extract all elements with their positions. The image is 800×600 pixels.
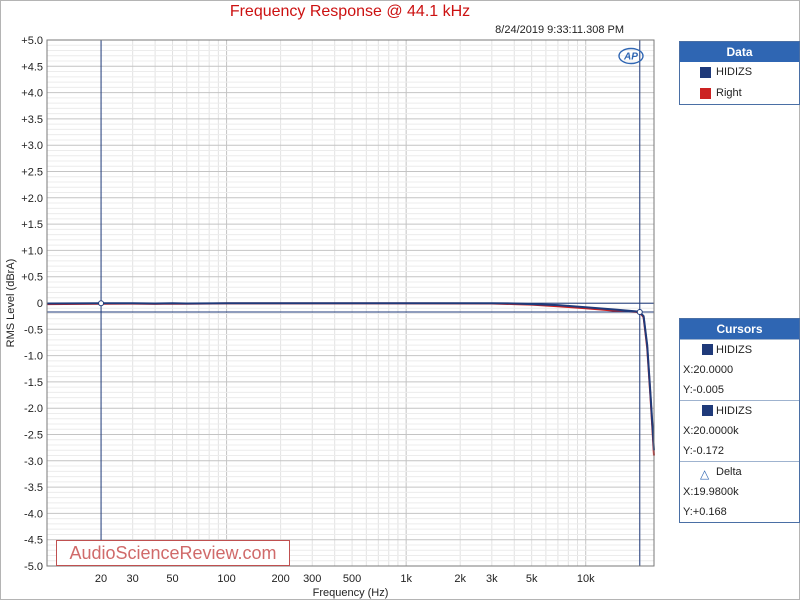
x-tick-label: 300 [303,573,321,585]
x-tick-label: 1k [400,573,412,585]
y-tick-label: 0 [37,298,43,310]
y-tick-label: +3.0 [21,140,43,152]
y-tick-label: -2.0 [24,403,43,415]
x-tick-label: 500 [343,573,361,585]
x-tick-label: 5k [526,573,538,585]
watermark: AudioScienceReview.com [56,540,290,566]
y-tick-label: +1.5 [21,219,43,231]
cursors-header: Cursors [680,319,799,339]
x-tick-label: 100 [217,573,235,585]
x-tick-label: 3k [486,573,498,585]
x-axis-label: Frequency (Hz) [313,587,389,599]
delta-icon: △ [700,467,710,481]
x-tick-label: 20 [95,573,107,585]
svg-text:AP: AP [623,52,638,63]
y-tick-label: -1.5 [24,377,43,389]
y-tick-label: +2.0 [21,193,43,205]
x-tick-label: 2k [454,573,466,585]
y-tick-label: +0.5 [21,272,43,284]
y-tick-label: -4.5 [24,535,43,547]
y-axis-label: RMS Level (dBrA) [5,259,17,348]
legend-swatch-right [700,88,711,99]
delta-name: Delta [716,466,742,478]
cursor-swatch [702,344,713,355]
y-tick-label: +1.0 [21,245,43,257]
x-tick-label: 10k [577,573,595,585]
cursor-delta[interactable]: △ Delta X:19.9800k Y:+0.168 [680,461,799,522]
cursor-2-name: HIDIZS [716,405,753,417]
x-tick-label: 30 [127,573,139,585]
y-tick-label: +4.5 [21,61,43,73]
cursor-1-name: HIDIZS [716,344,753,356]
cursor-swatch [702,405,713,416]
cursor-1-y: Y:-0.005 [683,384,724,396]
legend-item-hidizs[interactable]: HIDIZS [680,62,799,83]
legend-label: Right [716,87,742,99]
y-tick-label: +5.0 [21,35,43,47]
y-tick-label: +4.0 [21,88,43,100]
y-tick-label: -3.5 [24,482,43,494]
delta-x: X:19.9800k [683,486,739,498]
y-tick-label: +3.5 [21,114,43,126]
cursor-1-x: X:20.0000 [683,364,734,376]
y-tick-label: -3.0 [24,456,43,468]
y-tick-label: -1.0 [24,351,43,363]
y-tick-label: +2.5 [21,167,43,179]
legend-panel: Data HIDIZS Right [679,41,800,105]
cursor-2[interactable]: HIDIZS X:20.0000k Y:-0.172 [680,400,799,461]
x-tick-label: 50 [166,573,178,585]
legend-header: Data [680,42,799,62]
y-tick-label: -2.5 [24,430,43,442]
y-tick-label: -4.0 [24,508,43,520]
cursor-2-x: X:20.0000k [683,425,739,437]
legend-item-right[interactable]: Right [680,83,799,104]
legend-label: HIDIZS [716,66,753,78]
y-tick-label: -0.5 [24,324,43,336]
cursors-panel: Cursors HIDIZS X:20.0000 Y:-0.005 HIDIZS… [679,318,800,523]
delta-y: Y:+0.168 [683,506,727,518]
ap-logo: AP [618,47,644,65]
cursor-1-marker [98,300,105,307]
cursor-1[interactable]: HIDIZS X:20.0000 Y:-0.005 [680,339,799,400]
x-tick-label: 200 [271,573,289,585]
y-tick-label: -5.0 [24,561,43,573]
cursor-2-marker [636,309,643,316]
legend-swatch-hidizs [700,67,711,78]
cursor-2-y: Y:-0.172 [683,445,724,457]
